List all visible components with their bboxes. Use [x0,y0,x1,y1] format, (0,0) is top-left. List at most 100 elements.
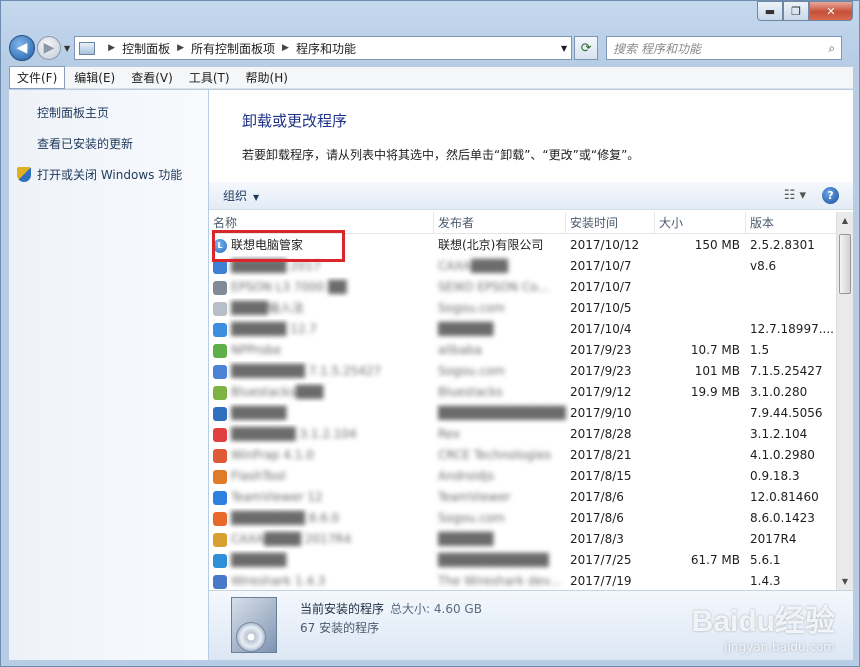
recent-pages-dropdown-icon[interactable]: ▼ [64,44,70,53]
table-row[interactable]: FlashTool Androidjs 2017/8/15 0.9.18.3 [209,466,837,487]
cell-size [655,508,746,529]
change-view-button[interactable]: ☷ ▾ [784,188,806,203]
cell-size [655,277,746,298]
shield-icon [17,167,31,182]
back-button[interactable]: ◀ [9,35,35,61]
table-row[interactable]: EPSON L3 7000 ██ SEIKO EPSON Co... 2017/10… [209,277,837,298]
column-header-size[interactable]: 大小 [655,212,746,234]
vertical-scrollbar[interactable]: ▲ ▼ [836,212,853,590]
cell-size [655,256,746,277]
cell-name: ████输入法 [209,298,434,319]
column-header-version[interactable]: 版本 [746,212,837,234]
menu-edit[interactable]: 编辑(E) [67,67,122,88]
app-icon [213,322,227,337]
cell-date: 2017/9/23 [570,343,632,357]
menu-file[interactable]: 文件(F) [9,66,66,89]
menu-bar: 文件(F) 编辑(E) 查看(V) 工具(T) 帮助(H) [9,66,853,89]
cell-size [655,403,746,424]
menu-view[interactable]: 查看(V) [124,67,180,88]
cell-publisher: Sogou.com [438,364,505,378]
menu-tools[interactable]: 工具(T) [182,67,237,88]
organize-button[interactable]: 组织 ▼ [223,187,259,204]
cell-version: v8.6 [750,259,777,273]
page-title: 卸载或更改程序 [242,112,348,130]
column-header-date[interactable]: 安装时间 [566,212,655,234]
page-instructions: 若要卸载程序，请从列表中将其选中，然后单击“卸载”、“更改”或“修复”。 [242,148,640,162]
search-input[interactable]: 搜索 程序和功能 ⌕ [606,36,843,60]
refresh-button[interactable]: ⟳ [574,36,599,60]
cell-date: 2017/8/21 [570,448,632,462]
table-row[interactable]: Bluestacks███ Bluestacks 2017/9/12 19.9 MB 3… [209,382,837,403]
cell-date: 2017/7/25 [570,553,632,567]
highlight-box [212,230,345,262]
table-row[interactable]: ██████ ████████████ 2017/7/25 61.7 MB 5.6.1 [209,550,837,571]
address-bar[interactable]: ▶ 控制面板 ▶ 所有控制面板项 ▶ 程序和功能 ▼ [74,36,573,60]
chevron-right-icon[interactable]: ▶ [108,43,115,53]
close-button[interactable]: ✕ [809,1,853,21]
control-panel-home-link[interactable]: 控制面板主页 [9,104,208,121]
help-icon[interactable]: ? [822,187,839,204]
cell-date: 2017/7/19 [570,574,632,588]
chevron-right-icon[interactable]: ▶ [177,43,184,53]
scroll-thumb[interactable] [839,234,851,294]
app-icon [213,364,227,379]
cell-size: 19.9 MB [690,385,740,399]
cell-name: ██████ 12.7 [209,319,434,340]
cell-version: 2.5.2.8301 [750,238,815,252]
table-row[interactable]: ████████ 8.6.0 Sogou.com 2017/8/6 8.6.0.142… [209,508,837,529]
forward-button[interactable]: ▶ [37,36,61,60]
windows-features-label: 打开或关闭 Windows 功能 [37,168,183,182]
search-icon[interactable]: ⌕ [828,41,835,56]
cell-publisher: ██████████████ [438,406,566,420]
table-row[interactable]: ██████ ██████████████ 2017/9/10 7.9.44.5056 [209,403,837,424]
cell-version: 2017R4 [750,532,797,546]
cell-date: 2017/10/7 [570,280,632,294]
table-row[interactable]: ████████ 7.1.5.25427 Sogou.com 2017/9/23 10… [209,361,837,382]
cell-date: 2017/8/3 [570,532,624,546]
cell-version [746,277,837,298]
cell-publisher: SEIKO EPSON Co... [438,280,549,294]
menu-help[interactable]: 帮助(H) [239,67,295,88]
table-row[interactable]: ███████ 3.1.2.104 Rex 2017/8/28 3.1.2.104 [209,424,837,445]
table-row[interactable]: ██████ 12.7 ██████ 2017/10/4 12.7.18997.... [209,319,837,340]
table-row[interactable]: NPProbe alibaba 2017/9/23 10.7 MB 1.5 [209,340,837,361]
chevron-down-icon: ▼ [253,193,260,202]
chevron-right-icon[interactable]: ▶ [282,43,289,53]
view-installed-updates-link[interactable]: 查看已安装的更新 [9,135,208,152]
cell-date: 2017/8/15 [570,469,632,483]
cell-version: 5.6.1 [750,553,781,567]
scroll-up-icon[interactable]: ▲ [837,212,853,229]
table-row[interactable]: Wireshark 1.4.3 The Wireshark dev... 2017/… [209,571,837,592]
cell-publisher: ██████ [438,532,494,546]
cell-name: NPProbe [209,340,434,361]
cell-name: ███████ 3.1.2.104 [209,424,434,445]
maximize-button[interactable]: ❐ [783,1,809,21]
windows-features-link[interactable]: 打开或关闭 Windows 功能 [9,166,208,183]
table-row[interactable]: CAXA████ 2017R4 ██████ 2017/8/3 2017R4 [209,529,837,550]
cell-publisher: TeamViewer [438,490,511,504]
cell-name: EPSON L3 7000 ██ [209,277,434,298]
caption-buttons: ▬ ❐ ✕ [757,1,853,21]
table-row[interactable]: WinFrap 4.1.0 CRCE Technologies 2017/8/21 4… [209,445,837,466]
breadcrumb-item[interactable]: 控制面板 [122,40,170,57]
cell-publisher: CAXA████ [438,259,508,273]
cell-size [655,571,746,592]
cell-size: 61.7 MB [690,553,740,567]
address-dropdown-icon[interactable]: ▼ [561,44,567,53]
navigation-bar: ◀ ▶ ▼ ▶ 控制面板 ▶ 所有控制面板项 ▶ 程序和功能 ▼ ⟳ 搜索 程序… [9,34,853,62]
app-icon [213,280,227,295]
details-title: 当前安装的程序 [300,602,385,616]
programs-pane: 卸载或更改程序 若要卸载程序，请从列表中将其选中，然后单击“卸载”、“更改”或“… [209,90,853,590]
app-icon [213,427,227,442]
command-bar: 组织 ▼ ☷ ▾ ? [209,182,853,210]
cell-date: 2017/10/5 [570,301,632,315]
cell-name: ██████ [209,550,434,571]
table-row[interactable]: ████输入法 Sogou.com 2017/10/5 [209,298,837,319]
column-header-publisher[interactable]: 发布者 [434,212,566,234]
minimize-button[interactable]: ▬ [757,1,783,21]
breadcrumb-item[interactable]: 程序和功能 [296,40,356,57]
scroll-down-icon[interactable]: ▼ [837,573,853,590]
table-row[interactable]: TeamViewer 12 TeamViewer 2017/8/6 12.0.8146… [209,487,837,508]
breadcrumb-item[interactable]: 所有控制面板项 [191,40,275,57]
search-placeholder: 搜索 程序和功能 [613,41,701,56]
